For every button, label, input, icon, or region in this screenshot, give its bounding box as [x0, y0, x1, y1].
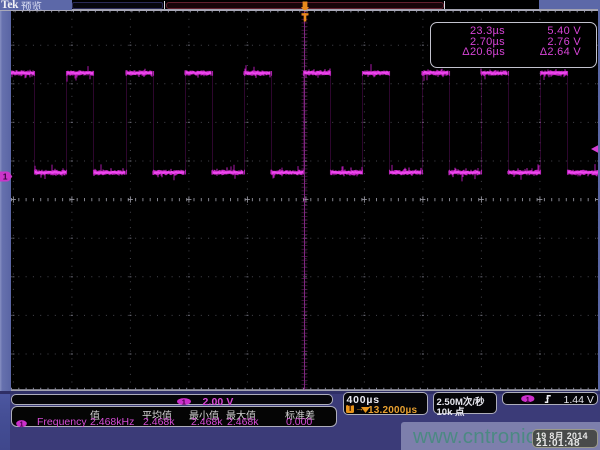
svg-text:1: 1 [525, 395, 529, 403]
svg-text:1: 1 [20, 421, 24, 427]
svg-text:1: 1 [3, 172, 8, 182]
svg-text:1: 1 [181, 398, 185, 406]
